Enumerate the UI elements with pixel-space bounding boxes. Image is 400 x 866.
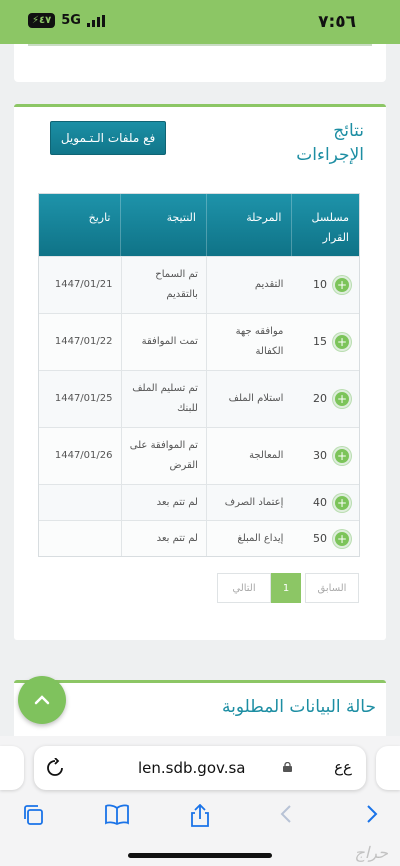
network-type: 5G bbox=[61, 13, 81, 28]
tabs-icon[interactable] bbox=[22, 804, 44, 826]
table-row: +15 موافقه جهة الكفالة تمت الموافقة 1447… bbox=[39, 313, 359, 370]
back-arrow-icon[interactable] bbox=[280, 804, 292, 824]
text-size-button[interactable]: ﻉﻉ bbox=[334, 758, 352, 776]
table-row: +10 التقديم تم السماح بالتقديم 1447/01/2… bbox=[39, 256, 359, 313]
pagination-current-page[interactable]: 1 bbox=[271, 573, 301, 603]
home-indicator bbox=[128, 853, 272, 858]
header-decision-serial: مسلسل القرار bbox=[291, 194, 359, 256]
fund-files-button[interactable]: فع ملفات الـتـمويل bbox=[50, 121, 166, 155]
expand-plus-icon[interactable]: + bbox=[333, 390, 351, 408]
expand-plus-icon[interactable]: + bbox=[333, 493, 351, 512]
table-row: +40 إعتماد الصرف لم تتم بعد bbox=[39, 484, 359, 520]
required-data-title: حالة البيانات المطلوبة bbox=[222, 697, 376, 717]
expand-plus-icon[interactable]: + bbox=[333, 276, 351, 294]
status-bar: ⚡٤٧ 5G ٧:٥٦ bbox=[0, 0, 400, 44]
watermark-logo: حراج bbox=[354, 843, 389, 862]
browser-toolbar bbox=[0, 800, 400, 840]
table-row: +20 استلام الملف تم تسليم الملف للبنك 14… bbox=[39, 370, 359, 427]
browser-chrome: len.sdb.gov.sa ﻉﻉ حراج bbox=[0, 736, 400, 866]
expand-plus-icon[interactable]: + bbox=[333, 333, 351, 351]
chevron-up-icon bbox=[34, 695, 50, 705]
scroll-to-top-button[interactable] bbox=[18, 676, 66, 724]
previous-tab-edge[interactable] bbox=[0, 746, 24, 790]
pagination: التالي 1 السابق bbox=[217, 573, 359, 603]
status-time: ٧:٥٦ bbox=[318, 12, 356, 32]
share-icon[interactable] bbox=[189, 804, 211, 828]
header-result: النتيجة bbox=[120, 194, 205, 256]
status-indicators: ⚡٤٧ 5G bbox=[28, 13, 105, 28]
lock-icon bbox=[283, 762, 292, 772]
pagination-next[interactable]: التالي bbox=[217, 573, 271, 603]
table-row: +50 إيداع المبلغ لم تتم بعد bbox=[39, 520, 359, 556]
expand-plus-icon[interactable]: + bbox=[333, 447, 351, 465]
forward-arrow-icon[interactable] bbox=[366, 804, 378, 824]
expand-plus-icon[interactable]: + bbox=[333, 529, 351, 548]
card-title: نتائج الإجراءات bbox=[296, 121, 364, 165]
bookmarks-icon[interactable] bbox=[104, 804, 130, 826]
header-date: تاريخ bbox=[88, 211, 111, 224]
previous-card bbox=[14, 44, 386, 82]
table-header: مسلسل القرار المرحلة النتيجة تاريخ bbox=[39, 194, 359, 256]
address-bar[interactable]: len.sdb.gov.sa ﻉﻉ bbox=[34, 746, 366, 790]
reload-icon[interactable] bbox=[46, 758, 64, 778]
header-stage: المرحلة bbox=[205, 194, 291, 256]
procedures-table: مسلسل القرار المرحلة النتيجة تاريخ +10 ا… bbox=[38, 193, 360, 557]
signal-icon bbox=[86, 14, 105, 27]
next-tab-edge[interactable] bbox=[376, 746, 400, 790]
battery-icon: ⚡٤٧ bbox=[28, 13, 56, 28]
url-text: len.sdb.gov.sa bbox=[138, 759, 246, 777]
pagination-prev[interactable]: السابق bbox=[305, 573, 359, 603]
table-row: +30 المعالجة تم الموافقة على القرض 1447/… bbox=[39, 427, 359, 484]
procedures-card: نتائج الإجراءات فع ملفات الـتـمويل مسلسل… bbox=[14, 104, 386, 640]
required-data-card: حالة البيانات المطلوبة bbox=[14, 680, 386, 740]
battery-level: ٤٧ bbox=[39, 15, 52, 26]
